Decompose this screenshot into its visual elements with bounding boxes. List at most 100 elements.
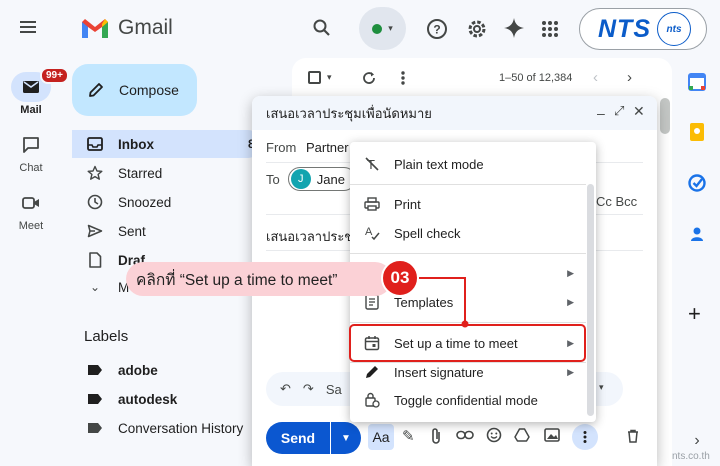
main-menu-button[interactable] (18, 18, 44, 40)
menu-item-print[interactable]: Print (350, 190, 586, 218)
from-label: From (266, 140, 297, 155)
link-icon[interactable] (456, 430, 474, 440)
tasks-app-icon[interactable] (683, 169, 711, 197)
fullscreen-icon[interactable]: ⤢ (614, 103, 624, 119)
drive-icon[interactable] (514, 428, 530, 442)
to-row[interactable]: To J Jane (266, 166, 356, 192)
submenu-arrow-icon: ▶ (567, 296, 574, 307)
chevron-down-icon: ▾ (388, 23, 393, 33)
status-dot (372, 23, 383, 34)
nav-starred[interactable]: Starred (72, 159, 262, 187)
recipient-avatar: J (290, 169, 311, 189)
chevron-down-icon[interactable]: ▾ (599, 382, 604, 393)
apps-grid-icon[interactable] (541, 20, 559, 38)
compose-header[interactable]: เสนอเวลาประชุมเพื่อนัดหมาย – ⤢ ✕ (252, 96, 657, 130)
menu-item-label: Insert signature (394, 364, 484, 380)
recipient-name: Jane (316, 171, 345, 187)
recipient-chip[interactable]: J Jane (287, 167, 356, 191)
rail-chat-label: Chat (19, 162, 43, 174)
compose-title: เสนอเวลาประชุมเพื่อนัดหมาย (266, 105, 432, 121)
font-family-select[interactable]: Sa (326, 382, 342, 397)
mail-badge: 99+ (40, 67, 69, 84)
attach-icon[interactable] (430, 427, 442, 445)
refresh-icon[interactable] (361, 70, 377, 86)
next-page-chevron-icon[interactable]: › (627, 69, 632, 86)
menu-item-label: Toggle confidential mode (394, 392, 538, 408)
discard-draft-icon[interactable] (627, 429, 639, 443)
menu-item-label: Spell check (394, 225, 461, 241)
calendar-app-icon[interactable] (683, 68, 711, 96)
label-tag-icon (88, 394, 102, 404)
gmail-logo[interactable]: Gmail (80, 16, 173, 40)
add-label-icon[interactable]: + (688, 303, 701, 325)
status-button[interactable]: ▾ (359, 7, 406, 50)
label-tag-icon (88, 423, 102, 433)
menu-item-label: Plain text mode (394, 156, 484, 172)
send-button[interactable]: Send (266, 422, 330, 454)
emoji-icon[interactable] (486, 427, 502, 443)
menu-scrollbar[interactable] (587, 184, 594, 416)
nav-sent[interactable]: Sent (72, 217, 262, 245)
label-item[interactable]: adobe (72, 356, 158, 384)
menu-item-plain-text-mode[interactable]: T Plain text mode (350, 150, 586, 178)
compose-button[interactable]: Compose (72, 64, 197, 116)
rail-meet[interactable]: Meet (0, 188, 62, 232)
account-brand-badge[interactable]: NTS nts (579, 8, 707, 50)
rail-chat[interactable]: Chat (0, 130, 62, 174)
more-vert-icon[interactable] (400, 70, 406, 86)
close-icon[interactable]: ✕ (633, 103, 645, 120)
help-icon[interactable]: ? (426, 18, 448, 40)
nav-sent-label: Sent (118, 223, 146, 239)
gmail-m-icon (82, 19, 108, 38)
select-all-checkbox[interactable]: ▾ (308, 71, 332, 84)
nav-starred-label: Starred (118, 165, 163, 181)
undo-icon[interactable]: ↶ (280, 381, 291, 397)
lock-clock-icon (365, 392, 380, 408)
prev-page-chevron-icon[interactable]: ‹ (593, 69, 598, 86)
pen-icon (366, 366, 378, 378)
labels-heading: Labels (84, 328, 129, 345)
menu-item-toggle-confidential[interactable]: Toggle confidential mode (350, 386, 586, 414)
from-row[interactable]: From Partner r (266, 140, 357, 155)
submenu-arrow-icon: ▶ (567, 267, 574, 278)
annotation-text: คลิกที่ “Set up a time to meet” (136, 271, 338, 289)
chevron-down-icon: ⌄ (89, 280, 101, 294)
app-title: Gmail (118, 16, 173, 39)
rail-mail[interactable]: 99+ Mail (0, 67, 69, 116)
gemini-sparkle-icon[interactable] (503, 17, 525, 39)
printer-icon (364, 197, 380, 211)
keep-app-icon[interactable] (683, 118, 711, 146)
nav-inbox-label: Inbox (118, 136, 154, 152)
menu-item-spell-check[interactable]: A Spell check (350, 219, 586, 247)
mail-icon (23, 81, 39, 93)
contacts-app-icon[interactable] (683, 220, 711, 248)
list-scrollbar[interactable] (660, 98, 670, 134)
label-item[interactable]: autodesk (72, 385, 177, 413)
highlight-box (349, 324, 586, 362)
magic-pen-icon[interactable]: ✎ (402, 427, 415, 445)
menu-item-insert-signature[interactable]: Insert signature ▶ (350, 358, 586, 386)
chevron-down-icon: ▾ (327, 72, 332, 82)
pencil-icon (89, 83, 103, 97)
insert-photo-icon[interactable] (544, 428, 560, 442)
label-item[interactable]: Conversation History (72, 414, 243, 442)
settings-gear-icon[interactable] (466, 18, 488, 40)
subject-field[interactable]: เสนอเวลาประชุม (266, 226, 362, 247)
formatting-options-icon[interactable]: Aa (368, 424, 394, 450)
callout-connector (419, 277, 469, 328)
nav-snoozed[interactable]: Snoozed (72, 188, 262, 216)
rail-mail-label: Mail (20, 104, 42, 116)
search-icon[interactable] (312, 18, 332, 38)
cc-bcc-link[interactable]: Cc Bcc (596, 194, 637, 209)
schedule-send-dropdown[interactable]: ▼ (331, 422, 361, 454)
nav-inbox[interactable]: Inbox 8, (72, 130, 262, 158)
template-icon (365, 294, 379, 310)
redo-icon[interactable]: ↷ (303, 381, 314, 397)
annotation-callout: คลิกที่ “Set up a time to meet” (126, 262, 392, 296)
minimize-icon[interactable]: – (597, 105, 605, 121)
star-icon (87, 165, 103, 180)
rail-meet-label: Meet (18, 220, 44, 232)
more-options-icon[interactable] (572, 424, 598, 450)
compose-label: Compose (119, 82, 179, 98)
avatar: nts (657, 12, 691, 46)
